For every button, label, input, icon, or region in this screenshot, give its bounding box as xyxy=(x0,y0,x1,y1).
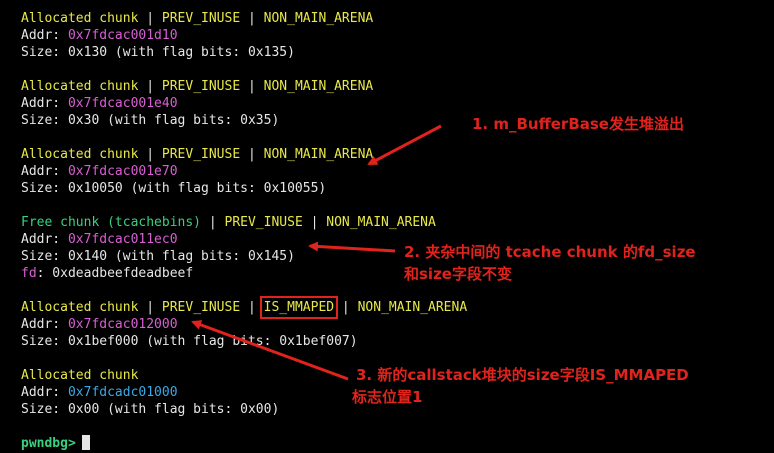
arrow-1 xyxy=(367,124,442,166)
annotation-3-line1: 3. 新的callstack堆块的size字段IS_MMAPED xyxy=(356,366,689,384)
annotation-2-line2: 和size字段不变 xyxy=(404,265,512,283)
arrow-3 xyxy=(191,320,349,381)
annotation-3-line2: 标志位置1 xyxy=(352,388,423,406)
arrow-2 xyxy=(308,241,396,253)
annotation-2-line1: 2. 夹杂中间的 tcache chunk 的fd_size xyxy=(404,243,696,261)
annotation-1: 1. m_BufferBase发生堆溢出 xyxy=(472,115,684,133)
